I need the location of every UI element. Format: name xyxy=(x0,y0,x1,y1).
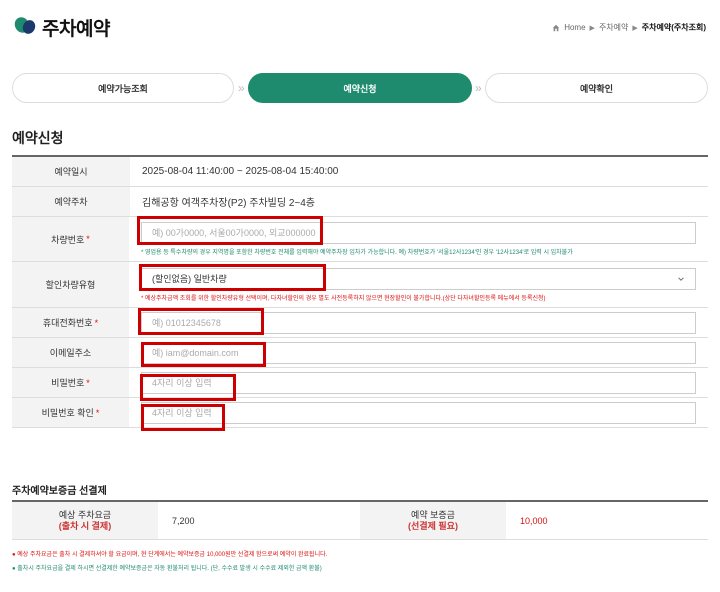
row-phone: 휴대전화번호 * xyxy=(12,308,708,338)
expected-fee-sub: (출차 시 결제) xyxy=(58,520,112,531)
expected-fee-value: 7,200 xyxy=(172,515,195,526)
row-password-confirm: 비밀번호 확인 * xyxy=(12,398,708,428)
breadcrumb: Home ▶ 주차예약 ▶ 주차예약(주차조회) xyxy=(552,22,706,33)
required-mark: * xyxy=(94,317,99,328)
double-chevron-icon: » xyxy=(238,81,244,95)
breadcrumb-current: 주차예약(주차조회) xyxy=(641,23,706,32)
footnote-2: ● 출차시 주차요금을 결제 하시면 선결제한 예약보증금은 자동 환불처리 됩… xyxy=(12,566,322,572)
row-discount-type: 할인차량유형 (할인없음) 일반차량 * 예상주차금액 조회를 위한 할인차량유… xyxy=(12,262,708,308)
label-phone: 휴대전화번호 xyxy=(42,318,93,328)
form-title: 예약신청 xyxy=(12,130,64,146)
row-email: 이메일주소 xyxy=(12,338,708,368)
expected-fee-label: 예상 주차요금 xyxy=(58,509,112,520)
password-input[interactable] xyxy=(141,371,696,394)
phone-input[interactable] xyxy=(141,311,696,334)
discount-type-select[interactable]: (할인없음) 일반차량 xyxy=(141,267,696,290)
label-reservation-datetime: 예약일시 xyxy=(12,157,130,186)
vehicle-number-input[interactable] xyxy=(141,222,696,244)
label-parking-lot: 예약주차 xyxy=(12,187,130,216)
row-parking-lot: 예약주차 김해공항 여객주차장(P2) 주차빌딩 2~4층 xyxy=(12,187,708,217)
label-discount-type: 할인차량유형 xyxy=(12,262,129,307)
chevron-right-icon: ▶ xyxy=(589,24,595,32)
page-header: 주차예약 Home ▶ 주차예약 ▶ 주차예약(주차조회) xyxy=(0,0,720,52)
label-vehicle-number: 차량번호 xyxy=(51,234,85,245)
fee-section-title: 주차예약보증금 선결제 xyxy=(12,486,107,497)
label-email: 이메일주소 xyxy=(12,338,129,367)
email-input[interactable] xyxy=(141,341,696,364)
required-mark: * xyxy=(95,407,100,418)
double-chevron-icon: » xyxy=(475,81,481,95)
parking-lot-value: 김해공항 여객주차장(P2) 주차빌딩 2~4층 xyxy=(142,198,315,209)
page-title: 주차예약 xyxy=(42,19,110,40)
home-icon xyxy=(553,24,560,31)
fee-table: 예상 주차요금 (출차 시 결제) 7,200 예약 보증금 (선결제 필요) … xyxy=(12,500,708,540)
step-indicator: 예약가능조회 » 예약신청 » 예약확인 xyxy=(12,73,708,103)
discount-type-selected: (할인없음) 일반차량 xyxy=(152,274,227,284)
label-password: 비밀번호 xyxy=(51,378,85,388)
password-confirm-input[interactable] xyxy=(141,401,696,424)
chevron-down-icon xyxy=(678,276,684,281)
required-mark: * xyxy=(86,234,90,244)
deposit-label: 예약 보증금 xyxy=(411,509,455,520)
chevron-right-icon: ▶ xyxy=(632,24,638,32)
label-password-confirm: 비밀번호 확인 xyxy=(41,408,94,418)
row-password: 비밀번호 * xyxy=(12,368,708,398)
row-vehicle-number: 차량번호 * * 영업용 등 특수차량의 경우 지역명을 포함한 차량번호 전체… xyxy=(12,217,708,262)
reservation-datetime-value: 2025-08-04 11:40:00 ~ 2025-08-04 15:40:0… xyxy=(142,166,339,177)
airport-logo-icon xyxy=(14,17,36,34)
step-apply: 예약신청 xyxy=(248,73,472,103)
step-availability: 예약가능조회 xyxy=(12,73,234,103)
breadcrumb-home[interactable]: Home xyxy=(564,23,585,32)
discount-type-note: * 예상주차금액 조회를 위한 할인차량유형 선택이며, 다자녀할인의 경우 별… xyxy=(141,295,546,302)
deposit-sub: (선결제 필요) xyxy=(408,520,458,531)
deposit-value: 10,000 xyxy=(520,515,548,526)
vehicle-number-note: * 영업용 등 특수차량의 경우 지역명을 포함한 차량번호 전체를 입력해야 … xyxy=(141,250,573,256)
breadcrumb-parking[interactable]: 주차예약 xyxy=(599,22,628,33)
required-mark: * xyxy=(86,377,90,388)
footnotes: ● 예상 주차요금은 출차 시 결제하셔야 할 요금이며, 현 단계에서는 예약… xyxy=(12,549,327,577)
reservation-form: 예약일시 2025-08-04 11:40:00 ~ 2025-08-04 15… xyxy=(12,155,708,428)
row-reservation-datetime: 예약일시 2025-08-04 11:40:00 ~ 2025-08-04 15… xyxy=(12,157,708,187)
step-confirm: 예약확인 xyxy=(485,73,708,103)
footnote-1: ● 예상 주차요금은 출차 시 결제하셔야 할 요금이며, 현 단계에서는 예약… xyxy=(12,552,328,558)
